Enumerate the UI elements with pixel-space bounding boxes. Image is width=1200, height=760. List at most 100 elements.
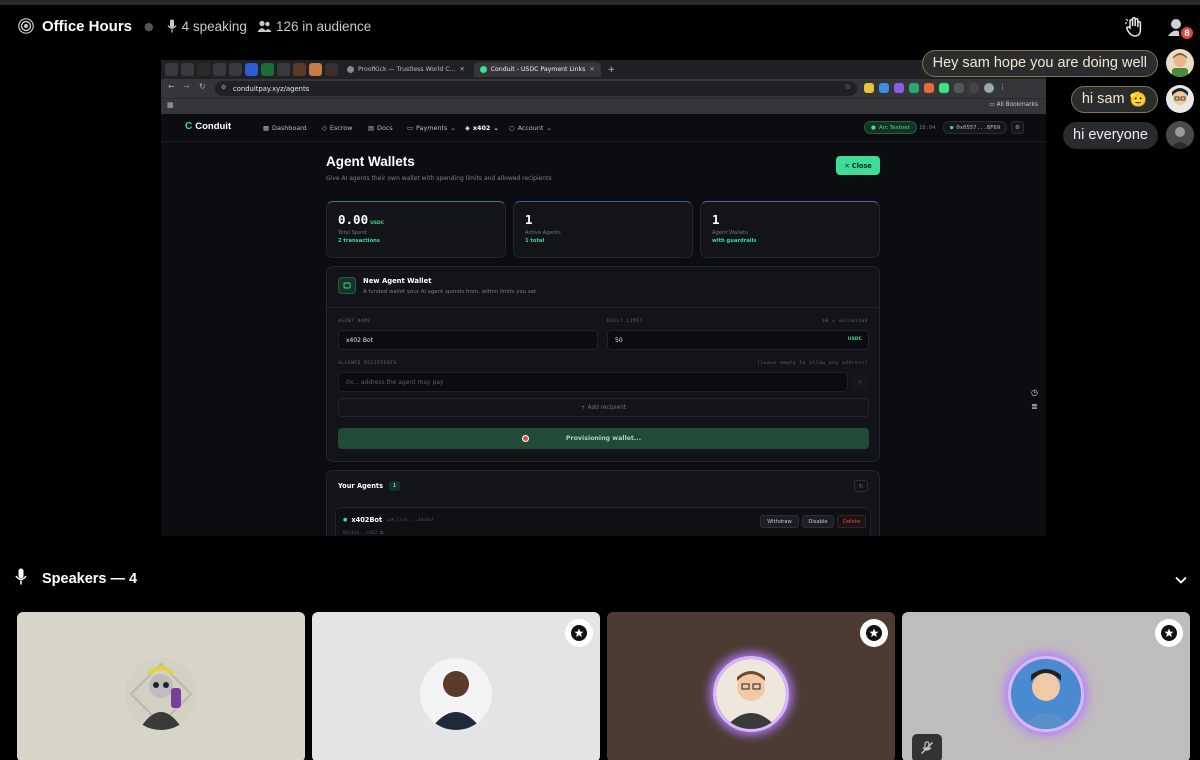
url-text: conduitpay.xyz/agents — [233, 84, 310, 93]
reload-icon[interactable]: ↻ — [199, 82, 206, 91]
nav-dashboard[interactable]: ▦ Dashboard — [263, 124, 307, 132]
nav-label: Dashboard — [272, 124, 307, 132]
address-bar-row: ← → ↻ ⚙ conduitpay.xyz/agents ☆ ⋮ — [161, 79, 1046, 98]
grid-icon: ▦ — [263, 124, 270, 132]
separator-dot: ● — [144, 19, 154, 33]
back-icon[interactable]: ← — [168, 82, 175, 91]
extension-icon[interactable] — [924, 83, 934, 93]
delete-button[interactable]: Delete — [837, 515, 866, 528]
pinned-tab-icon[interactable] — [261, 63, 274, 76]
star-icon — [866, 625, 882, 641]
pinned-tab-icon[interactable] — [277, 63, 290, 76]
folder-icon: ▭ — [989, 102, 997, 108]
browser-menu-icon[interactable]: ⋮ — [999, 83, 1006, 93]
speaker-tile-speaking[interactable] — [607, 612, 895, 760]
allowed-recipients-hint: (leave empty to allow any address) — [756, 361, 868, 366]
new-agent-wallet-card: New Agent Wallet A funded wallet your AI… — [326, 266, 880, 462]
remove-recipient-icon[interactable]: ✕ — [852, 375, 868, 389]
timer-icon[interactable]: ◷ — [1031, 388, 1038, 397]
avatar[interactable] — [1166, 85, 1194, 113]
broadcast-icon — [18, 18, 34, 34]
avatar[interactable] — [1166, 121, 1194, 149]
extension-icon[interactable] — [879, 83, 889, 93]
browser-tab[interactable]: ProofKick — Trustless World C... ✕ — [341, 62, 471, 77]
agent-name: ● x402Bot cpk_live_...4ds8af — [343, 516, 434, 524]
settings-gear-icon[interactable]: ⚙ — [1011, 121, 1024, 134]
spaces-app: Office Hours ● 4 speaking 126 in audienc… — [0, 0, 1200, 760]
new-tab-icon[interactable]: + — [608, 65, 616, 75]
pinned-tab-icon[interactable] — [181, 63, 194, 76]
avatar[interactable] — [1166, 49, 1194, 77]
pinned-tab-icon[interactable] — [325, 63, 338, 76]
speaker-tile[interactable] — [17, 612, 305, 760]
chevron-down-icon: ⌄ — [450, 124, 456, 132]
card-divider — [327, 307, 879, 308]
pinned-tab-icon[interactable] — [229, 63, 242, 76]
wallet-address-button[interactable]: ● 0x0557...8F69 — [943, 121, 1008, 134]
provision-wallet-button[interactable]: Provisioning wallet... — [338, 428, 869, 449]
audience-count: 126 in audience — [275, 18, 372, 34]
nav-label: x402 — [472, 124, 491, 132]
stat-label: Active Agents — [525, 230, 561, 236]
tab-close-icon[interactable]: ✕ — [460, 66, 465, 73]
devtools-icon[interactable] — [969, 83, 979, 93]
add-recipient-button[interactable]: + Add recipient — [338, 398, 869, 417]
chevron-down-icon[interactable] — [1174, 572, 1188, 591]
copy-icon[interactable]: ⧉ — [380, 531, 383, 536]
card-icon: ▭ — [407, 124, 414, 132]
list-icon[interactable]: ≣ — [1031, 402, 1038, 411]
daily-limit-input[interactable]: 50 USDC — [607, 330, 869, 350]
agent-row[interactable]: ● x402Bot cpk_live_...4ds8af 0x53e4...c9… — [335, 507, 871, 536]
speaker-tile-speaking[interactable] — [902, 612, 1190, 760]
notifications-button[interactable]: 8 — [1166, 16, 1195, 41]
url-field[interactable]: ⚙ conduitpay.xyz/agents ☆ — [215, 81, 857, 96]
agent-wallets-page: Agent Wallets Give AI agents their own w… — [326, 154, 880, 536]
profile-icon[interactable] — [984, 83, 994, 93]
nav-docs[interactable]: ▤ Docs — [368, 124, 393, 132]
tab-label: Conduit - USDC Payment Links — [490, 66, 586, 73]
close-button[interactable]: ✕ Close — [836, 156, 880, 175]
nav-escrow[interactable]: ◇ Escrow — [322, 124, 352, 132]
pinned-tab-icon[interactable] — [293, 63, 306, 76]
site-info-icon[interactable]: ⚙ — [221, 84, 226, 91]
speaker-avatar — [420, 658, 492, 730]
stat-agent-wallets: 1 Agent Wallets with guardrails — [700, 201, 880, 258]
tab-favicon — [479, 66, 487, 73]
extension-icon[interactable] — [909, 83, 919, 93]
nav-account[interactable]: ○ Account ⌄ — [509, 124, 552, 132]
network-badge[interactable]: ● Arc Testnet — [864, 121, 917, 134]
agent-name-input[interactable]: x402 Bot — [338, 330, 598, 350]
chat-message: hi sam 🫡 — [1070, 85, 1194, 113]
browser-tab-active[interactable]: Conduit - USDC Payment Links ✕ — [473, 62, 601, 77]
form-subtitle: A funded wallet your AI agent spends fro… — [363, 289, 537, 295]
extension-icon[interactable] — [939, 83, 949, 93]
bookmark-star-icon[interactable]: ☆ — [845, 83, 851, 91]
all-bookmarks[interactable]: ▭ All Bookmarks — [989, 102, 1038, 108]
user-icon: ○ — [509, 124, 515, 132]
speaker-avatar — [1008, 656, 1084, 732]
withdraw-button[interactable]: Withdraw — [760, 515, 799, 528]
tab-search-icon[interactable] — [165, 63, 178, 76]
refresh-icon[interactable]: ↻ — [854, 480, 868, 492]
conduit-logo[interactable]: C Conduit — [185, 121, 231, 132]
nav-payments[interactable]: ▭ Payments ⌄ — [407, 124, 456, 132]
star-icon — [571, 625, 587, 641]
nav-x402[interactable]: ◈ x402 ⌄ — [465, 124, 499, 132]
disable-button[interactable]: Disable — [802, 515, 834, 528]
forward-icon[interactable]: → — [183, 82, 190, 91]
apps-grid-icon[interactable]: ▦ — [167, 101, 174, 109]
extensions-puzzle-icon[interactable] — [954, 83, 964, 93]
network-dot-icon: ● — [871, 124, 876, 131]
pinned-tab-icon[interactable] — [213, 63, 226, 76]
tab-close-icon[interactable]: ✕ — [589, 66, 594, 73]
recipient-address-input[interactable]: 0x... address the agent may pay — [338, 372, 848, 392]
pinned-tab-icon[interactable] — [309, 63, 322, 76]
conduit-logo-text: Conduit — [195, 121, 232, 132]
github-icon[interactable] — [197, 63, 210, 76]
extension-icon[interactable] — [894, 83, 904, 93]
extension-icon[interactable] — [864, 83, 874, 93]
pinned-tab-icon[interactable] — [245, 63, 258, 76]
speaking-count: 4 speaking — [181, 18, 247, 34]
raise-hand-icon[interactable] — [1124, 16, 1146, 38]
speaker-tile[interactable] — [312, 612, 600, 760]
